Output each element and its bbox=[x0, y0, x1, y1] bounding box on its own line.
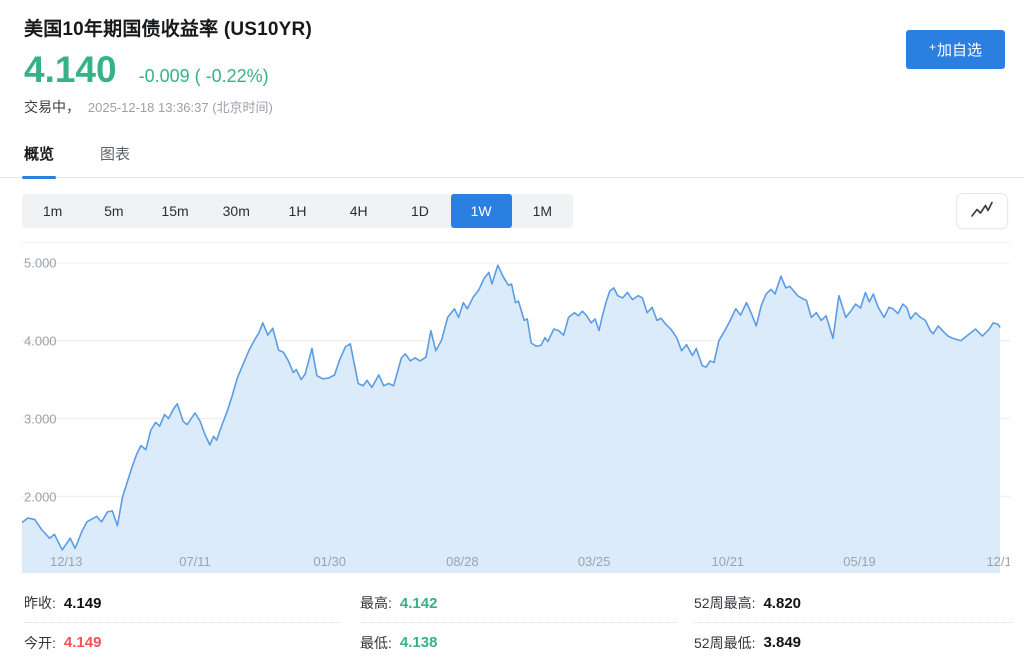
range-button-1m[interactable]: 1m bbox=[22, 194, 83, 228]
stat-value-low: 4.138 bbox=[400, 634, 438, 651]
stat-week52-high: 52周最高: 4.820 bbox=[694, 584, 1013, 623]
quote-timestamp: 2025-12-18 13:36:37 (北京时间) bbox=[88, 100, 273, 115]
stat-value-open: 4.149 bbox=[64, 634, 102, 651]
stat-column: 最高: 4.142 最低: 4.138 bbox=[360, 584, 677, 662]
range-button-5m[interactable]: 5m bbox=[83, 194, 144, 228]
stat-prev-close: 昨收: 4.149 bbox=[24, 584, 340, 623]
line-chart-icon bbox=[970, 201, 994, 222]
stat-label-prev-close: 昨收: bbox=[24, 593, 56, 613]
trading-status: 交易中， bbox=[24, 99, 80, 115]
area-chart-canvas[interactable] bbox=[22, 243, 1010, 573]
stat-label-week52-high: 52周最高: bbox=[694, 593, 755, 613]
y-axis-label: 4.000 bbox=[24, 334, 57, 349]
add-to-watchlist-button[interactable]: +加自选 bbox=[906, 30, 1005, 69]
stat-value-week52-high: 4.820 bbox=[763, 595, 801, 612]
quote-header: 美国10年期国债收益率 (US10YR) 4.140 -0.009 ( -0.2… bbox=[0, 0, 1024, 117]
y-axis-label: 5.000 bbox=[24, 256, 57, 271]
x-axis-label: 08/28 bbox=[446, 554, 479, 569]
stat-high: 最高: 4.142 bbox=[360, 584, 677, 623]
x-axis-label: 05/19 bbox=[843, 554, 876, 569]
tab-chart[interactable]: 图表 bbox=[100, 133, 130, 177]
range-button-1h[interactable]: 1H bbox=[267, 194, 328, 228]
tab-overview[interactable]: 概览 bbox=[24, 133, 54, 177]
x-axis-label: 10/21 bbox=[712, 554, 745, 569]
price-row: 4.140 -0.009 ( -0.22%) bbox=[24, 51, 1024, 88]
x-axis-label: 07/11 bbox=[179, 554, 211, 569]
range-button-4h[interactable]: 4H bbox=[328, 194, 389, 228]
range-button-15m[interactable]: 15m bbox=[144, 194, 205, 228]
plus-icon: + bbox=[929, 40, 936, 54]
range-button-30m[interactable]: 30m bbox=[206, 194, 267, 228]
quote-page: 美国10年期国债收益率 (US10YR) 4.140 -0.009 ( -0.2… bbox=[0, 0, 1024, 662]
price-change: -0.009 ( -0.22%) bbox=[139, 66, 269, 87]
stat-week52-low: 52周最低: 3.849 bbox=[694, 623, 1013, 662]
x-axis-label: 01/30 bbox=[313, 554, 346, 569]
stats-panel: 昨收: 4.149 今开: 4.149 最高: 4.142 最低: 4.138 52周最高: 4.… bbox=[24, 584, 1013, 662]
chart-toolbar: 1m5m15m30m1H4H1D1W1M bbox=[0, 193, 1024, 229]
x-axis-label: 12/13 bbox=[50, 554, 83, 569]
x-axis-label: 03/25 bbox=[578, 554, 611, 569]
y-axis-label: 2.000 bbox=[24, 490, 57, 505]
stat-label-high: 最高: bbox=[360, 593, 392, 613]
chart-type-button[interactable] bbox=[956, 193, 1008, 229]
stat-label-week52-low: 52周最低: bbox=[694, 633, 755, 653]
add-to-watchlist-label: 加自选 bbox=[937, 42, 982, 59]
tab-bar: 概览 图表 bbox=[0, 133, 1024, 178]
range-button-1d[interactable]: 1D bbox=[389, 194, 450, 228]
stat-value-high: 4.142 bbox=[400, 595, 438, 612]
range-button-1m[interactable]: 1M bbox=[512, 194, 573, 228]
range-button-1w[interactable]: 1W bbox=[451, 194, 512, 228]
stat-label-open: 今开: bbox=[24, 633, 56, 653]
current-price: 4.140 bbox=[24, 51, 117, 88]
x-axis-label: 12/1 bbox=[986, 554, 1010, 569]
page-title: 美国10年期国债收益率 (US10YR) bbox=[24, 14, 1024, 41]
time-range-bar: 1m5m15m30m1H4H1D1W1M bbox=[22, 194, 573, 228]
stat-value-prev-close: 4.149 bbox=[64, 595, 102, 612]
stat-open: 今开: 4.149 bbox=[24, 623, 340, 662]
stat-column: 昨收: 4.149 今开: 4.149 bbox=[24, 584, 340, 662]
stat-label-low: 最低: bbox=[360, 633, 392, 653]
y-axis-label: 3.000 bbox=[24, 412, 57, 427]
active-tab-underline bbox=[22, 176, 56, 179]
stat-low: 最低: 4.138 bbox=[360, 623, 677, 662]
price-chart[interactable]: 5.000 4.000 3.000 2.000 12/13 07/11 01/30 08/28… bbox=[22, 242, 1010, 573]
stat-value-week52-low: 3.849 bbox=[763, 634, 801, 651]
stat-column: 52周最高: 4.820 52周最低: 3.849 bbox=[694, 584, 1013, 662]
status-row: 交易中， 2025-12-18 13:36:37 (北京时间) bbox=[24, 97, 1024, 117]
